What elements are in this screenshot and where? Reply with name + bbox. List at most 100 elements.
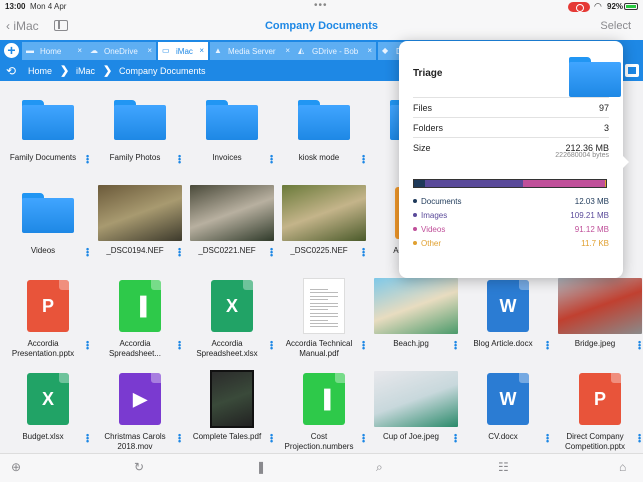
popover-title: Triage [413, 68, 443, 79]
more-options-icon[interactable]: ••• [178, 152, 182, 167]
file-item[interactable]: ▐ Cost Projection.numbers • • • [278, 370, 370, 453]
legend-value: 11.7 KB [581, 239, 609, 248]
file-name: _DSC0225.NEF [290, 246, 348, 255]
file-item[interactable]: _DSC0194.NEF • • • [94, 184, 186, 272]
battery-percent: 92% [607, 2, 624, 11]
file-item[interactable]: Invoices • • • [186, 91, 278, 179]
photo-thumbnail [374, 371, 458, 427]
file-name: CV.docx [488, 432, 518, 441]
more-options-icon[interactable]: ••• [178, 431, 182, 446]
more-options-icon[interactable]: ••• [546, 431, 550, 446]
select-button[interactable]: Select [600, 20, 631, 32]
photo-thumbnail [374, 278, 458, 334]
tab-imac[interactable]: ▭ iMac × [158, 42, 208, 60]
folder-icon: ▬ [26, 46, 34, 55]
file-name: Family Photos [109, 153, 161, 162]
file-item[interactable]: kiosk mode • • • [278, 91, 370, 179]
more-options-icon[interactable]: ••• [546, 338, 550, 353]
chevron-right-icon: ❯ [60, 65, 70, 77]
view-mode-icon[interactable] [625, 64, 639, 77]
file-thumbnail [278, 91, 370, 149]
add-tab-button[interactable]: + [4, 43, 19, 58]
folder-icon [22, 193, 74, 233]
sort-icon[interactable]: ☷ [498, 460, 509, 474]
more-options-icon[interactable]: ••• [270, 245, 274, 260]
more-options-icon[interactable]: ••• [86, 431, 90, 446]
numbers-icon: ▐ [303, 373, 345, 425]
file-item[interactable]: _DSC0225.NEF • • • [278, 184, 370, 272]
bar-segment-videos [522, 180, 605, 187]
breadcrumb-home[interactable]: Home [28, 66, 52, 76]
tab-home[interactable]: ▬ Home × [22, 42, 86, 60]
more-options-icon[interactable]: ••• [362, 152, 366, 167]
tab-gdrive-bob[interactable]: ◭ GDrive - Bob × [294, 42, 376, 60]
file-item[interactable]: ▐ Accordia Spreadsheet... • • • [94, 277, 186, 365]
more-options-icon[interactable]: ••• [638, 431, 642, 446]
more-options-icon[interactable]: ••• [270, 431, 274, 446]
status-date: Mon 4 Apr [30, 2, 67, 11]
more-options-icon[interactable]: ••• [362, 338, 366, 353]
chevron-right-icon: ❯ [103, 65, 113, 77]
file-item[interactable]: Family Photos • • • [94, 91, 186, 179]
file-item[interactable]: P Accordia Presentation.pptx • • • [2, 277, 94, 365]
more-options-icon[interactable]: ••• [454, 338, 458, 353]
close-tab-icon[interactable]: × [147, 46, 152, 55]
history-icon[interactable]: ⟲ [6, 64, 16, 78]
more-options-icon[interactable]: ••• [362, 245, 366, 260]
add-icon[interactable]: ⊕ [11, 460, 21, 474]
file-name: Accordia Spreadsheet.xlsx [196, 339, 258, 358]
file-name: Accordia Presentation.pptx [11, 339, 75, 358]
more-options-icon[interactable]: ••• [86, 152, 90, 167]
more-options-icon[interactable]: ••• [178, 245, 182, 260]
refresh-icon[interactable]: ↻ [134, 460, 144, 474]
tab-onedrive[interactable]: ☁ OneDrive × [86, 42, 156, 60]
size-bytes: 222680004 bytes [555, 152, 609, 159]
breadcrumb-imac[interactable]: iMac [76, 66, 95, 76]
file-name: Invoices [212, 153, 242, 162]
more-options-icon[interactable]: ••• [270, 338, 274, 353]
file-item[interactable]: W Blog Article.docx • • • [462, 277, 554, 365]
search-icon[interactable]: ⌕ [376, 460, 383, 475]
file-item[interactable]: Beach.jpg • • • [370, 277, 462, 365]
close-tab-icon[interactable]: × [199, 46, 204, 55]
more-options-icon[interactable]: ••• [178, 338, 182, 353]
file-item[interactable]: Cup of Joe.jpeg • • • [370, 370, 462, 453]
more-options-icon[interactable]: ••• [86, 245, 90, 260]
file-item[interactable]: Bridge.jpeg • • • [554, 277, 643, 365]
more-options-icon[interactable]: ••• [638, 338, 642, 353]
file-thumbnail [370, 277, 462, 335]
file-item[interactable]: X Accordia Spreadsheet.xlsx • • • [186, 277, 278, 365]
folder-icon [22, 100, 74, 140]
file-item[interactable]: Family Documents • • • [2, 91, 94, 179]
legend-dot-icon [413, 199, 417, 203]
file-item[interactable]: Complete Tales.pdf • • • [186, 370, 278, 453]
file-name: Christmas Carols 2018.mov [104, 432, 166, 451]
popover-arrow [622, 155, 629, 169]
file-item[interactable]: ▶ Christmas Carols 2018.mov • • • [94, 370, 186, 453]
tab-media-server[interactable]: ▲ Media Server × [210, 42, 294, 60]
size-label: Size [413, 143, 431, 153]
file-item[interactable]: W CV.docx • • • [462, 370, 554, 453]
file-item[interactable]: Videos • • • [2, 184, 94, 272]
file-item[interactable]: _DSC0221.NEF • • • [186, 184, 278, 272]
more-options-icon[interactable]: ••• [270, 152, 274, 167]
file-item[interactable]: P Direct Company Competition.pptx • • • [554, 370, 643, 453]
file-item[interactable]: X Budget.xlsx • • • [2, 370, 94, 453]
more-options-icon[interactable]: ••• [86, 338, 90, 353]
close-tab-icon[interactable]: × [77, 46, 82, 55]
more-options-icon[interactable]: ••• [362, 431, 366, 446]
gdrive-icon: ◭ [298, 46, 305, 55]
close-tab-icon[interactable]: × [367, 46, 372, 55]
legend-value: 91.12 MB [574, 225, 609, 234]
file-name: Budget.xlsx [22, 432, 64, 441]
close-tab-icon[interactable]: × [285, 46, 290, 55]
file-item[interactable]: Accordia Technical Manual.pdf • • • [278, 277, 370, 365]
file-name: Cup of Joe.jpeg [382, 432, 440, 441]
bookmark-icon[interactable]: ❚ [256, 460, 266, 474]
book-cover-thumbnail [210, 370, 254, 428]
file-thumbnail: ▐ [94, 277, 186, 335]
home-icon[interactable]: ⌂ [619, 460, 626, 474]
more-options-icon[interactable]: ••• [454, 431, 458, 446]
breadcrumb-current[interactable]: Company Documents [119, 66, 206, 76]
multitasking-dots-icon[interactable]: ••• [314, 0, 328, 11]
